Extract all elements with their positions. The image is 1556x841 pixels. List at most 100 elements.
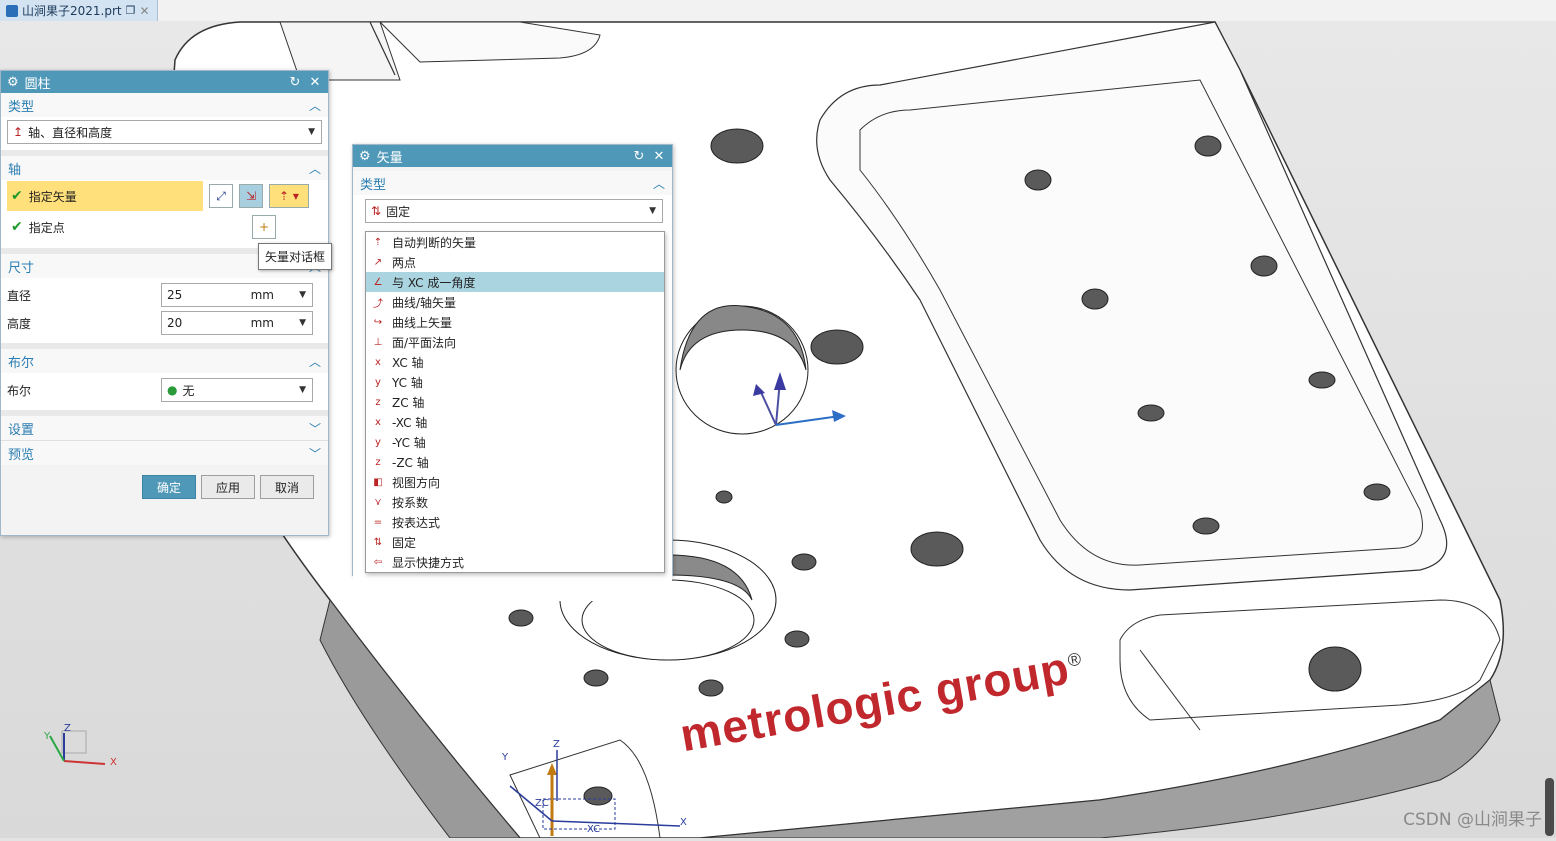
specify-point-row[interactable]: ✔ 指定点 + — [7, 212, 322, 242]
gear-icon[interactable]: ⚙ — [359, 149, 371, 164]
cylinder-type-select[interactable]: ↥ 轴、直径和高度 ▼ — [7, 120, 322, 144]
vector-type-option[interactable]: z ZC 轴 — [366, 392, 664, 412]
neg-yc-axis-icon: y — [375, 436, 381, 448]
height-value: 20 — [167, 316, 183, 330]
view-direction-icon: ◧ — [373, 476, 383, 488]
diameter-value: 25 — [167, 288, 183, 302]
expand-icon[interactable]: ﹀ — [309, 420, 321, 437]
section-preview[interactable]: 预览 ﹀ — [1, 441, 328, 465]
viewport-scrollbar[interactable] — [1545, 778, 1554, 836]
vector-type-option[interactable]: ⤴ 曲线/轴矢量 — [366, 292, 664, 312]
vector-type-option[interactable]: ⇡ 自动判断的矢量 — [366, 232, 664, 252]
vector-type-option-label: 固定 — [392, 535, 417, 550]
inferred-vector-icon[interactable]: ⇡ ▾ — [269, 184, 309, 208]
chevron-down-icon[interactable]: ▼ — [299, 290, 306, 300]
vector-type-select[interactable]: ⇅ 固定 ▼ — [365, 199, 663, 223]
section-boolean[interactable]: 布尔 ︿ — [1, 349, 328, 373]
reverse-direction-icon[interactable]: ⤢ — [209, 184, 233, 208]
chevron-down-icon: ▼ — [299, 385, 306, 395]
close-icon[interactable]: ✕ — [652, 149, 666, 164]
vector-type-option[interactable]: ↪ 曲线上矢量 — [366, 312, 664, 332]
vector-type-option-label: 按系数 — [392, 495, 429, 510]
apply-button[interactable]: 应用 — [201, 475, 255, 499]
collapse-icon[interactable]: ︿ — [653, 175, 665, 192]
vector-type-option-label: 面/平面法向 — [392, 335, 457, 350]
on-curve-icon: ↪ — [373, 316, 383, 328]
diameter-label: 直径 — [7, 288, 32, 303]
document-tab[interactable]: 山涧果子2021.prt ❐ ✕ — [0, 0, 158, 21]
face-normal-icon: ⊥ — [373, 336, 383, 348]
close-icon[interactable]: ✕ — [308, 75, 322, 90]
section-axis-title: 轴 — [8, 162, 22, 178]
tab-restore-icon[interactable]: ❐ — [126, 4, 136, 17]
neg-zc-axis-icon: z — [375, 456, 381, 468]
view-triad[interactable]: X Y Z — [40, 721, 130, 781]
fixed-icon: ⇅ — [373, 536, 383, 548]
neg-xc-axis-icon: x — [375, 416, 381, 428]
boolean-select[interactable]: ● 无 ▼ — [161, 378, 313, 402]
vector-type-option[interactable]: ⊥ 面/平面法向 — [366, 332, 664, 352]
triad-z-label: Z — [64, 723, 71, 734]
boolean-label: 布尔 — [7, 383, 32, 398]
vector-dialog: ⚙ 矢量 ↻ ✕ 类型 ︿ ⇅ 固定 ▼ ⇡ 自动判断的矢量 ↗ 两点 ∠ 与 XC 成一… — [352, 144, 673, 601]
vector-type-option[interactable]: ↗ 两点 — [366, 252, 664, 272]
vector-type-option-label: 按表达式 — [392, 515, 441, 530]
cylinder-dialog-header[interactable]: ⚙ 圆柱 ↻ ✕ — [1, 71, 328, 93]
section-settings[interactable]: 设置 ﹀ — [1, 416, 328, 441]
wcs-z-label: Z — [553, 739, 560, 750]
section-type[interactable]: 类型 ︿ — [1, 93, 328, 117]
vector-type-option[interactable]: x XC 轴 — [366, 352, 664, 372]
vector-section-type[interactable]: 类型 ︿ — [353, 171, 672, 195]
diameter-unit: mm — [250, 288, 274, 302]
wcs-manipulator[interactable]: Z Y ZC XC X — [495, 739, 695, 838]
wcs-y-label: Y — [502, 752, 509, 763]
vector-type-option[interactable]: x -XC 轴 — [366, 412, 664, 432]
reset-icon[interactable]: ↻ — [632, 149, 646, 164]
collapse-icon[interactable]: ︿ — [309, 97, 321, 114]
expand-icon[interactable]: ﹀ — [309, 445, 321, 462]
tab-close-icon[interactable]: ✕ — [140, 4, 150, 18]
dims-body: 直径 25 mm ▼ 高度 20 mm ▼ — [1, 278, 328, 343]
vector-type-option[interactable]: y -YC 轴 — [366, 432, 664, 452]
reset-icon[interactable]: ↻ — [288, 75, 302, 90]
section-dims-title: 尺寸 — [8, 260, 35, 276]
cancel-button[interactable]: 取消 — [260, 475, 314, 499]
vector-type-option[interactable]: ∠ 与 XC 成一角度 — [366, 272, 664, 292]
specify-vector-label: 指定矢量 — [28, 189, 77, 204]
vector-dialog-tooltip: 矢量对话框 — [258, 243, 333, 270]
height-input[interactable]: 20 mm ▼ — [161, 311, 313, 335]
vector-dialog-icon[interactable]: ⇲ — [239, 184, 263, 208]
gear-icon[interactable]: ⚙ — [7, 75, 19, 90]
diameter-input[interactable]: 25 mm ▼ — [161, 283, 313, 307]
chevron-down-icon: ▼ — [649, 206, 656, 216]
vector-type-option[interactable]: y YC 轴 — [366, 372, 664, 392]
point-dialog-icon[interactable]: + — [252, 215, 276, 239]
triad-x-label: X — [110, 757, 117, 768]
vector-type-option[interactable]: = 按表达式 — [366, 512, 664, 532]
triad-y-label: Y — [44, 731, 51, 742]
vector-type-option-label: 视图方向 — [392, 475, 441, 490]
diameter-row: 直径 25 mm ▼ — [7, 281, 322, 309]
dialog-buttons: 确定 应用 取消 — [1, 465, 328, 499]
vector-type-option[interactable]: ⇦ 显示快捷方式 — [366, 552, 664, 572]
vector-type-option[interactable]: ◧ 视图方向 — [366, 472, 664, 492]
vector-type-option[interactable]: z -ZC 轴 — [366, 452, 664, 472]
section-axis[interactable]: 轴 ︿ — [1, 156, 328, 180]
specify-vector-field[interactable]: ✔ 指定矢量 — [7, 181, 203, 211]
by-coefficients-icon: ⋎ — [374, 496, 382, 508]
check-icon: ✔ — [11, 188, 23, 204]
collapse-icon[interactable]: ︿ — [309, 160, 321, 177]
collapse-icon[interactable]: ︿ — [309, 353, 321, 370]
section-type-title: 类型 — [8, 99, 35, 115]
boolean-value: 无 — [182, 383, 195, 398]
wcs-xc-label: XC — [587, 824, 601, 835]
vector-type-option-label: XC 轴 — [392, 355, 424, 370]
vector-type-option[interactable]: ⇅ 固定 — [366, 532, 664, 552]
specify-vector-row[interactable]: ✔ 指定矢量 ⤢ ⇲ ⇡ ▾ — [7, 180, 322, 212]
vector-type-option[interactable]: ⋎ 按系数 — [366, 492, 664, 512]
vector-dialog-header[interactable]: ⚙ 矢量 ↻ ✕ — [353, 145, 672, 167]
vector-type-option-label: 显示快捷方式 — [392, 555, 465, 570]
chevron-down-icon[interactable]: ▼ — [299, 318, 306, 328]
ok-button[interactable]: 确定 — [142, 475, 196, 499]
wcs-zc-label: ZC — [535, 798, 549, 809]
